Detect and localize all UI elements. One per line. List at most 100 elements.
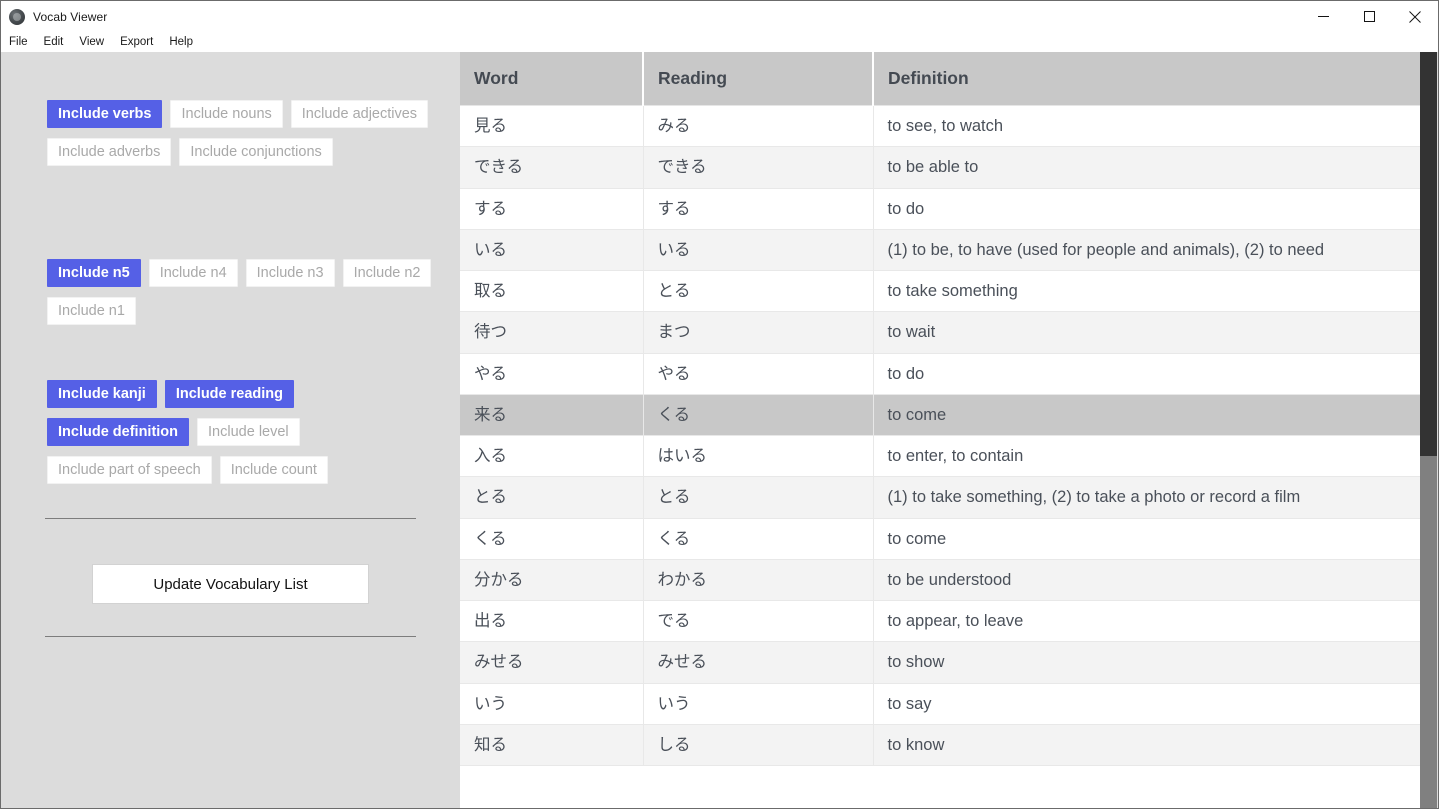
level-filter-group: Include n5 Include n4 Include n3 Include n2… [1, 259, 460, 335]
reading-cell: みせる [643, 641, 874, 684]
word-cell: 知る [460, 724, 644, 767]
word-cell: する [460, 188, 644, 230]
table-row[interactable]: 分かる わかる to be understood [460, 559, 1421, 602]
word-cell: できる [460, 146, 644, 189]
table-row[interactable]: 取る とる to take something [460, 270, 1421, 313]
level-chip-include-n1[interactable]: Include n1 [47, 297, 136, 325]
menu-item-view[interactable]: View [79, 36, 112, 48]
column-header-word[interactable]: Word [460, 52, 644, 106]
column-header-reading[interactable]: Reading [643, 52, 874, 106]
word-cell: 来る [460, 394, 644, 437]
scrollbar-thumb[interactable] [1420, 52, 1437, 456]
column-chip-include-kanji[interactable]: Include kanji [47, 380, 157, 408]
column-header-definition[interactable]: Definition [873, 52, 1421, 106]
divider-top [45, 518, 416, 519]
column-chip-include-level[interactable]: Include level [197, 418, 300, 446]
reading-cell: いる [643, 229, 874, 272]
table-row[interactable]: やる やる to do [460, 353, 1421, 395]
part-of-speech-chip-include-verbs[interactable]: Include verbs [47, 100, 163, 128]
definition-cell: to appear, to leave [873, 600, 1421, 643]
reading-cell: する [643, 188, 874, 230]
column-chip-include-count[interactable]: Include count [219, 456, 328, 484]
table-row[interactable]: 知る しる to know [460, 724, 1421, 767]
definition-cell: to see, to watch [873, 105, 1421, 148]
update-vocabulary-list-button[interactable]: Update Vocabulary List [92, 564, 369, 604]
level-chip-include-n4[interactable]: Include n4 [148, 259, 238, 287]
word-cell: いる [460, 229, 644, 272]
reading-cell: くる [643, 394, 874, 437]
table-row[interactable]: くる くる to come [460, 518, 1421, 560]
level-chip-include-n3[interactable]: Include n3 [245, 259, 335, 287]
table-header: Word Reading Definition [460, 52, 1421, 106]
table-row[interactable]: みせる みせる to show [460, 641, 1421, 684]
word-cell: いう [460, 683, 644, 725]
menu-bar: File Edit View Export Help [1, 32, 1438, 52]
reading-cell: とる [643, 270, 874, 313]
word-cell: みせる [460, 641, 644, 684]
part-of-speech-chip-include-conjunctions[interactable]: Include conjunctions [179, 138, 333, 166]
reading-cell: でる [643, 600, 874, 643]
table-row[interactable]: 出る でる to appear, to leave [460, 600, 1421, 643]
close-button[interactable] [1392, 1, 1438, 32]
table-row[interactable]: とる とる (1) to take something, (2) to take a… [460, 476, 1421, 519]
column-chip-include-definition[interactable]: Include definition [47, 418, 190, 446]
definition-cell: to do [873, 188, 1421, 230]
app-window: Vocab Viewer File Edit View Export Help … [0, 0, 1439, 809]
definition-cell: (1) to be, to have (used for people and … [873, 229, 1421, 272]
table-row[interactable]: いる いる (1) to be, to have (used for people … [460, 229, 1421, 272]
part-of-speech-chip-include-nouns[interactable]: Include nouns [170, 100, 283, 128]
definition-cell: to show [873, 641, 1421, 684]
word-cell: くる [460, 518, 644, 560]
maximize-button[interactable] [1346, 1, 1392, 32]
definition-cell: to wait [873, 311, 1421, 354]
reading-cell: しる [643, 724, 874, 767]
definition-cell: to be able to [873, 146, 1421, 189]
part-of-speech-filter-group: Include verbs Include nouns Include adject… [1, 100, 460, 176]
part-of-speech-chip-include-adverbs[interactable]: Include adverbs [47, 138, 172, 166]
reading-cell: はいる [643, 435, 874, 478]
menu-item-edit[interactable]: Edit [44, 36, 72, 48]
table-row[interactable]: 入る はいる to enter, to contain [460, 435, 1421, 478]
table-row[interactable]: 見る みる to see, to watch [460, 105, 1421, 148]
title-bar: Vocab Viewer [1, 1, 1438, 32]
reading-cell: できる [643, 146, 874, 189]
reading-cell: くる [643, 518, 874, 560]
table-body: 見る みる to see, to watch できる できる to be able to す… [460, 105, 1421, 767]
word-cell: 見る [460, 105, 644, 148]
column-filter-group: Include kanji Include reading Include defi… [1, 380, 460, 494]
menu-item-file[interactable]: File [9, 36, 36, 48]
definition-cell: (1) to take something, (2) to take a pho… [873, 476, 1421, 519]
word-cell: 取る [460, 270, 644, 313]
filter-panel: Include verbs Include nouns Include adject… [1, 52, 460, 808]
vertical-scrollbar[interactable] [1420, 52, 1437, 808]
minimize-button[interactable] [1300, 1, 1346, 32]
window-title: Vocab Viewer [33, 9, 108, 24]
menu-item-export[interactable]: Export [120, 36, 161, 48]
app-globe-icon [9, 8, 25, 25]
word-cell: とる [460, 476, 644, 519]
definition-cell: to know [873, 724, 1421, 767]
table-row[interactable]: する する to do [460, 188, 1421, 230]
reading-cell: やる [643, 353, 874, 395]
vocabulary-table-container: Word Reading Definition 見る みる to see, to w… [460, 52, 1421, 808]
word-cell: 待つ [460, 311, 644, 354]
definition-cell: to say [873, 683, 1421, 725]
word-cell: やる [460, 353, 644, 395]
table-row[interactable]: 待つ まつ to wait [460, 311, 1421, 354]
reading-cell: みる [643, 105, 874, 148]
column-chip-include-part-of-speech[interactable]: Include part of speech [47, 456, 212, 484]
table-row[interactable]: 来る くる to come [460, 394, 1421, 437]
part-of-speech-chip-include-adjectives[interactable]: Include adjectives [290, 100, 429, 128]
menu-item-help[interactable]: Help [169, 36, 201, 48]
word-cell: 分かる [460, 559, 644, 602]
table-row[interactable]: いう いう to say [460, 683, 1421, 725]
reading-cell: とる [643, 476, 874, 519]
level-chip-include-n2[interactable]: Include n2 [342, 259, 432, 287]
column-chip-include-reading[interactable]: Include reading [164, 380, 295, 408]
word-cell: 出る [460, 600, 644, 643]
table-row[interactable]: できる できる to be able to [460, 146, 1421, 189]
window-controls [1300, 1, 1438, 32]
level-chip-include-n5[interactable]: Include n5 [47, 259, 141, 287]
definition-cell: to be understood [873, 559, 1421, 602]
definition-cell: to come [873, 518, 1421, 560]
